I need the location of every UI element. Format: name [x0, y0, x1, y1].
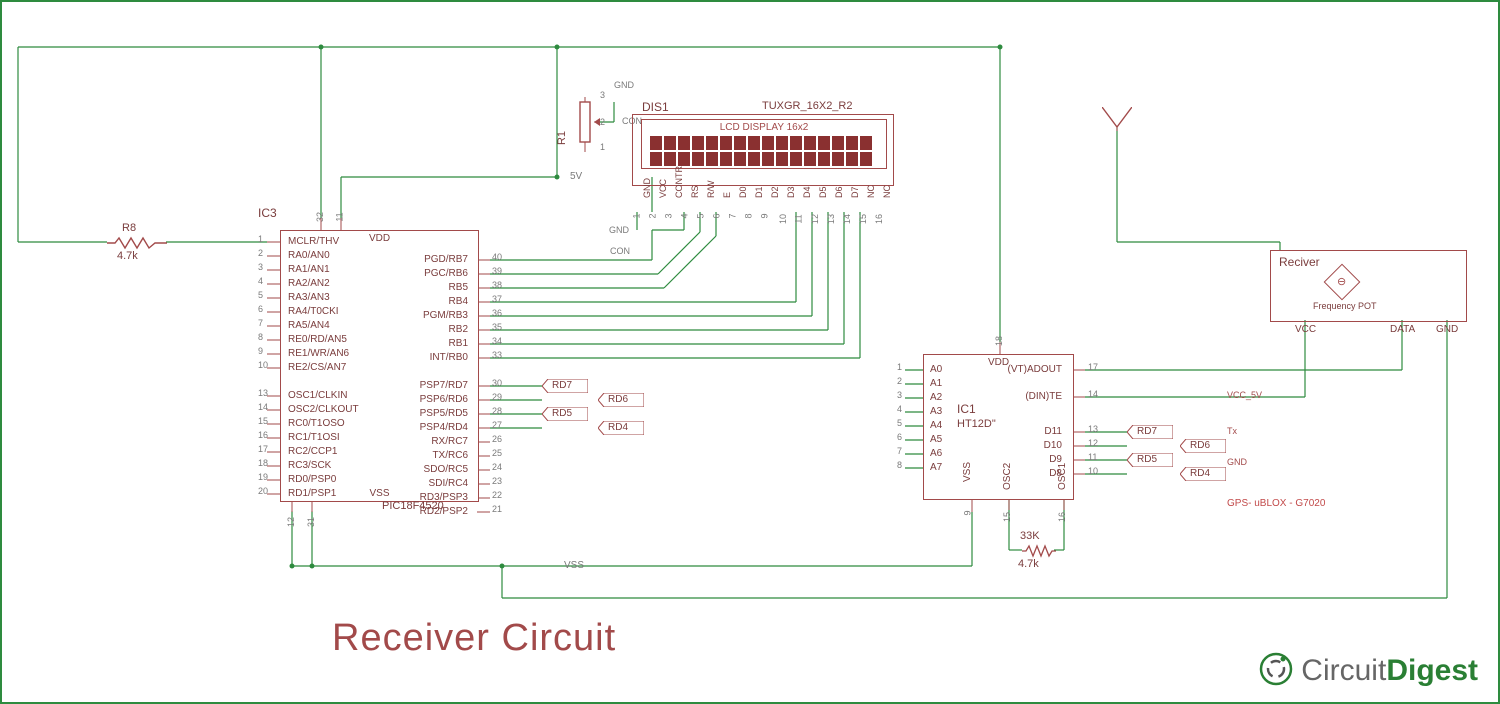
ic1-part: HT12D"	[957, 418, 996, 430]
net-tx: Tx	[1227, 426, 1237, 436]
receiver-title: Reciver	[1279, 255, 1320, 269]
receiver-gnd: GND	[1436, 324, 1458, 335]
ic1-pin-18: 18	[994, 336, 1004, 346]
net-5v: 5V	[570, 171, 582, 182]
schematic-frame: IC3 VDD VSS MCLR/THV RA0/AN0 RA1/AN1 RA2…	[0, 0, 1500, 704]
logo-icon	[1259, 652, 1293, 686]
hlabel-rd5-left: RD5	[542, 407, 588, 421]
lcd-row-2	[650, 152, 872, 166]
r1-ref: R1	[556, 131, 568, 145]
ic3-vdd: VDD	[369, 233, 390, 244]
lcd-ref: DIS1	[642, 100, 669, 114]
ic1-vss-lbl: VSS	[962, 462, 973, 482]
osc-res-val: 4.7k	[1018, 558, 1039, 570]
logo-part2: Digest	[1386, 654, 1478, 687]
r8-ref: R8	[122, 222, 136, 234]
lcd-row-1	[650, 136, 872, 150]
hlabel-rd6-left: RD6	[598, 393, 644, 407]
ic3-pin-32: 32	[315, 212, 325, 222]
ic3-vss: VSS	[369, 488, 389, 499]
net-vcc5v: VCC_5V	[1227, 390, 1262, 400]
wire-layer	[2, 2, 1500, 704]
lcd-text: LCD DISPLAY 16x2	[642, 122, 886, 133]
net-vss: VSS	[564, 560, 584, 571]
hlabel-rd5-right: RD5	[1127, 453, 1173, 467]
ic1-ref: IC1	[957, 402, 976, 416]
hlabel-rd6-right: RD6	[1180, 439, 1226, 453]
lcd-part: TUXGR_16X2_R2	[762, 100, 853, 112]
r8-value: 4.7k	[117, 250, 138, 262]
net-lcd-gnd: GND	[609, 225, 629, 235]
receiver-vcc: VCC	[1295, 324, 1316, 335]
schematic-title: Receiver Circuit	[332, 617, 616, 660]
receiver-data: DATA	[1390, 324, 1415, 335]
net-lcd-con: CON	[610, 246, 630, 256]
hlabel-rd7-left: RD7	[542, 379, 588, 393]
gps-note: GPS- uBLOX - G7020	[1227, 498, 1325, 509]
net-pot-gnd: GND	[614, 80, 634, 90]
brand-logo: CircuitDigest	[1259, 652, 1478, 688]
ic3-pin-11: 11	[335, 212, 345, 221]
antenna-icon	[1102, 107, 1132, 134]
hlabel-rd4-right: RD4	[1180, 467, 1226, 481]
logo-part1: Circuit	[1301, 654, 1386, 687]
ic1-osc2-lbl: OSC2	[1002, 463, 1013, 490]
ic1-osc1-lbl: OSC1	[1057, 463, 1068, 490]
osc-res-ref: 33K	[1020, 530, 1040, 542]
freq-pot-label: Frequency POT	[1313, 301, 1377, 311]
ic3-part: PIC18F4520	[382, 500, 444, 512]
ic3-ref: IC3	[258, 206, 277, 220]
ic3-pin-12: 12	[286, 517, 296, 527]
hlabel-rd4-left: RD4	[598, 421, 644, 435]
lcd-outer: LCD DISPLAY 16x2	[632, 114, 894, 186]
receiver-box: Reciver ⊖ Frequency POT	[1270, 250, 1467, 322]
pot-r1	[572, 97, 600, 155]
net-rx-gnd: GND	[1227, 457, 1247, 467]
hlabel-rd7-right: RD7	[1127, 425, 1173, 439]
ic3-pin-31: 31	[306, 517, 316, 527]
ic1-vdd: VDD	[988, 357, 1009, 368]
